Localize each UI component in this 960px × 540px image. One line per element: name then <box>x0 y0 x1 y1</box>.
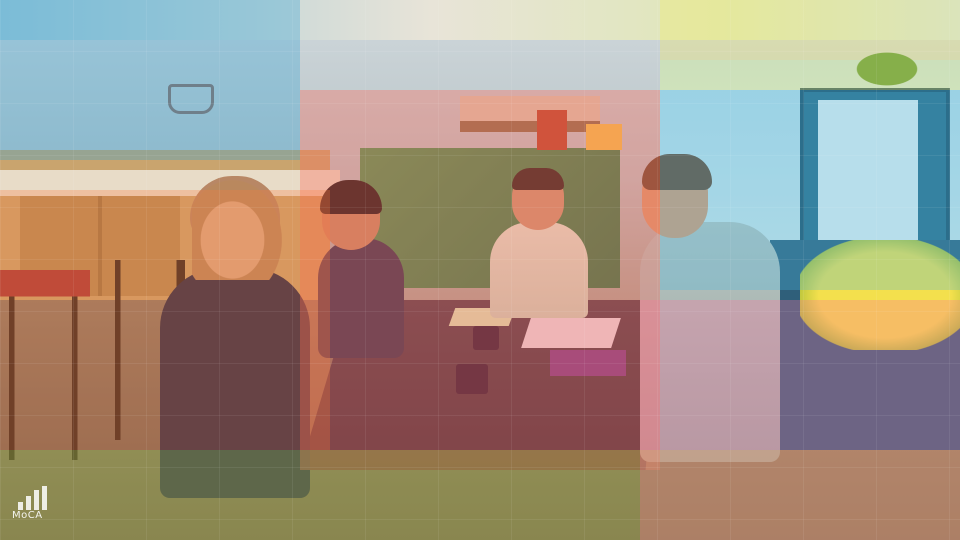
channel-watermark: MoCA <box>12 486 58 526</box>
watermark-text: MoCA <box>12 510 43 521</box>
mosaic-grid-overlay <box>0 0 960 540</box>
video-frame: MoCA <box>0 0 960 540</box>
signal-bars-icon <box>18 486 48 510</box>
